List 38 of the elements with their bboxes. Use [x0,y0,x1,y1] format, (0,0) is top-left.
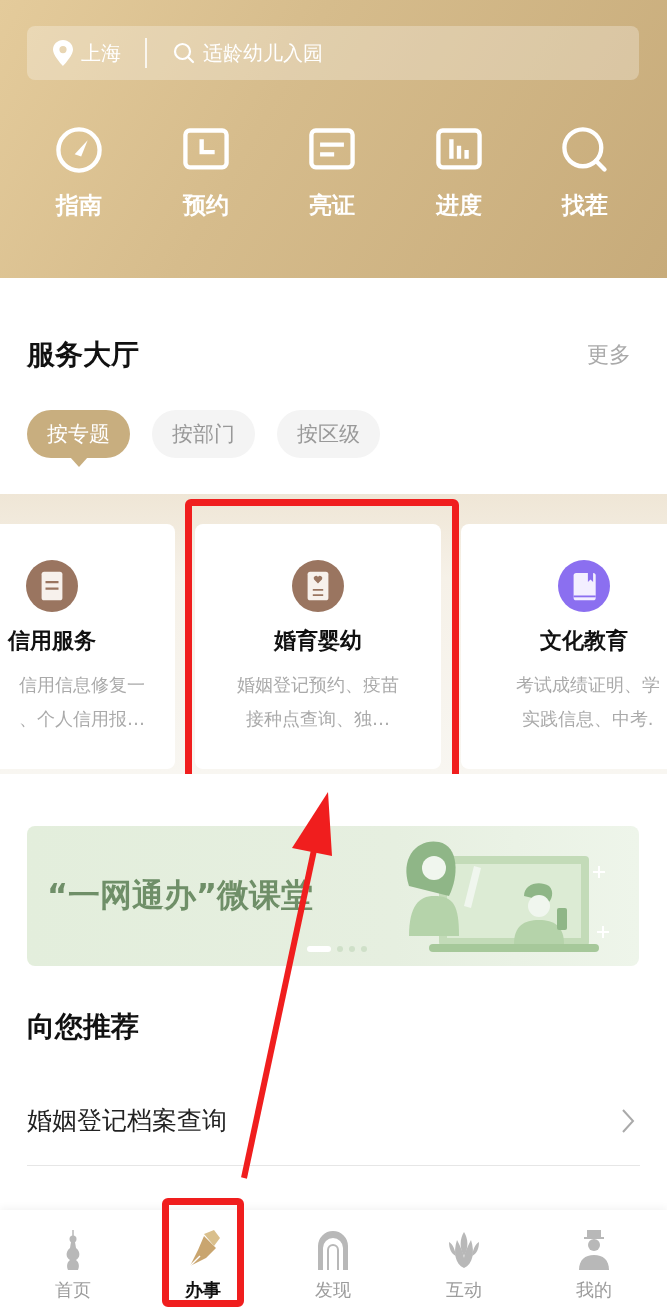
page-dot[interactable] [349,946,355,952]
card-description: 接种点查询、独… [245,707,391,731]
tab-item[interactable]: 互动 [430,1210,497,1310]
shortcut-button[interactable]: 进度 [408,124,509,221]
location-pin-icon [53,40,73,66]
card-title: 婚育婴幼 [274,627,362,655]
shortcut-button[interactable]: 亮证 [282,124,382,221]
filter-tab[interactable]: 按部门 [152,410,255,458]
search-input[interactable]: 适龄幼儿入园 [203,41,463,65]
more-link[interactable]: 更多 [587,340,631,370]
card-title: 信用服务 [8,627,96,655]
card-description: 考试成绩证明、学 [515,673,660,697]
card-title: 文化教育 [539,627,628,655]
card-description: 实践信息、中考. [520,707,655,731]
recommendation-row[interactable]: 婚姻登记档案查询 [27,1076,640,1166]
section-title: 服务大厅 [27,337,139,373]
card-description: 、个人信用报… [18,707,145,731]
tab-item[interactable]: 首页 [40,1210,107,1310]
selection-pointer [69,457,88,467]
tab-item[interactable]: 发现 [300,1210,367,1310]
card-description: 信用信息修复一 [18,673,145,697]
location-label[interactable]: 上海 [81,39,121,67]
page-dot[interactable] [361,946,367,952]
service-card[interactable]: 信用服务 信用信息修复一 、个人信用报… [0,524,175,769]
tab-item[interactable]: 我的 [560,1210,627,1310]
shortcut-button[interactable]: 指南 [29,124,129,221]
section-title: 向您推荐 [27,1009,140,1045]
search-bar[interactable]: 上海 适龄幼儿入园 [27,26,639,80]
service-card[interactable]: 文化教育 考试成绩证明、学 实践信息、中考. [461,524,667,769]
shortcut-button[interactable]: 找茬 [535,124,635,221]
shortcut-button[interactable]: 预约 [155,124,256,221]
gauge-icon [53,124,105,176]
search-icon [173,42,195,64]
page-dot[interactable] [337,946,343,952]
service-card[interactable]: 婚育婴幼 婚姻登记预约、疫苗 接种点查询、独… [195,524,441,769]
tab-item[interactable]: 办事 [170,1210,237,1310]
card-description: 婚姻登记预约、疫苗 [237,673,399,697]
filter-tab[interactable]: 按区级 [277,410,380,458]
